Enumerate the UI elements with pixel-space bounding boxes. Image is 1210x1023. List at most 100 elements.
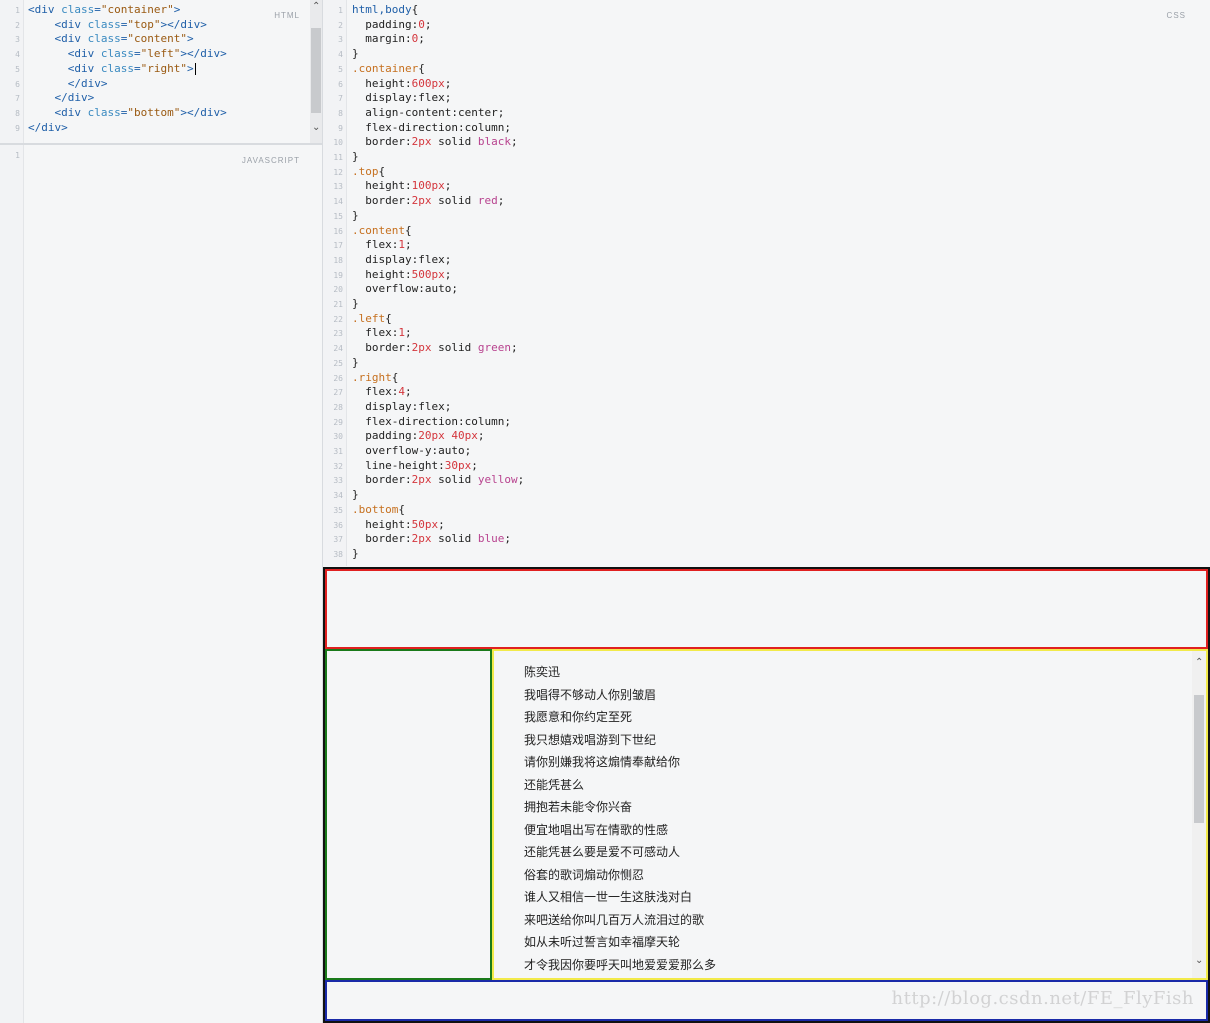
css-code-line[interactable]: flex:4; <box>352 385 411 400</box>
css-code-line[interactable]: } <box>352 297 359 312</box>
html-line-number: 3 <box>15 35 20 45</box>
css-line-number: 21 <box>333 300 343 309</box>
chevron-down-icon[interactable]: ⌄ <box>1195 955 1203 966</box>
css-code-line[interactable]: .content{ <box>352 224 412 239</box>
html-scrollbar[interactable]: ⌃ ⌄ <box>310 0 322 143</box>
css-code-line[interactable]: .container{ <box>352 62 425 77</box>
html-code-line[interactable]: <div class="left"></div> <box>28 47 227 62</box>
css-line-number: 23 <box>333 329 343 339</box>
css-code-line[interactable]: border:2px solid red; <box>352 194 504 209</box>
html-code-line[interactable]: <div class="container"> <box>28 3 180 18</box>
chevron-up-icon[interactable]: ⌃ <box>1195 657 1203 668</box>
html-code-line[interactable]: <div class="top"></div> <box>28 18 207 33</box>
css-line-number: 30 <box>333 432 343 442</box>
css-code-line[interactable]: html,body{ <box>352 3 418 18</box>
lyric-line: 才令我因你要呼天叫地爱爱爱那么多 <box>524 957 717 972</box>
css-editor-pane[interactable]: 1 html,body{2 padding:0; 3 margin:0; 4} 5 .co… <box>323 0 1210 566</box>
css-code-line[interactable]: .bottom{ <box>352 503 405 518</box>
css-code-line[interactable]: height:500px; <box>352 268 451 283</box>
chevron-up-icon[interactable]: ⌃ <box>312 1 320 12</box>
css-code-line[interactable]: align-content:center; <box>352 106 504 121</box>
preview-content: 陈奕迅 我唱得不够动人你别皱眉 我愿意和你约定至死 我只想嬉戏唱游到下世纪 请你别嫌我将… <box>325 649 1208 980</box>
css-code-line[interactable]: .left{ <box>352 312 392 327</box>
css-code-line[interactable]: } <box>352 547 359 562</box>
lyrics-scrollbar[interactable]: ⌃ ⌄ <box>1192 651 1206 978</box>
lyric-line: 我唱得不够动人你别皱眉 <box>524 687 657 702</box>
css-pane-label: CSS <box>1166 11 1186 20</box>
chevron-down-icon[interactable]: ⌄ <box>312 122 320 133</box>
lyric-line: 我只想嬉戏唱游到下世纪 <box>524 732 657 747</box>
css-line-number: 7 <box>338 94 343 104</box>
css-code-line[interactable]: border:2px solid yellow; <box>352 473 524 488</box>
html-editor-pane[interactable]: 1 <div class="container"> 2 <div class="to… <box>0 0 322 143</box>
css-code-line[interactable]: } <box>352 488 359 503</box>
html-code-line[interactable]: </div> <box>28 91 95 106</box>
css-code-line[interactable]: line-height:30px; <box>352 459 478 474</box>
preview-right[interactable]: 陈奕迅 我唱得不够动人你别皱眉 我愿意和你约定至死 我只想嬉戏唱游到下世纪 请你别嫌我将… <box>492 649 1208 980</box>
css-code-line[interactable]: height:50px; <box>352 518 445 533</box>
css-code-line[interactable]: padding:0; <box>352 18 431 33</box>
css-code-line[interactable]: height:100px; <box>352 179 451 194</box>
css-line-number: 35 <box>333 505 343 515</box>
preview-left <box>325 649 492 980</box>
css-line-number: 32 <box>333 461 343 471</box>
css-code-line[interactable]: flex:1; <box>352 238 411 253</box>
css-line-number: 37 <box>333 535 343 545</box>
preview-top <box>325 569 1208 649</box>
css-line-number: 24 <box>333 344 343 354</box>
html-code-line[interactable]: <div class="content"> <box>28 32 194 47</box>
css-line-number: 18 <box>333 255 343 265</box>
css-code-line[interactable]: .right{ <box>352 371 398 386</box>
css-line-number: 3 <box>338 35 343 45</box>
html-scrollbar-thumb[interactable] <box>311 28 321 113</box>
css-code-line[interactable]: height:600px; <box>352 77 451 92</box>
html-code-line[interactable]: <div class="right"> <box>28 62 196 77</box>
javascript-editor-pane[interactable]: 1 JAVASCRIPT <box>0 145 322 1023</box>
lyric-line: 来吧送给你叫几百万人流泪过的歌 <box>524 912 705 927</box>
css-code-line[interactable]: border:2px solid blue; <box>352 532 511 547</box>
lyric-line: 请你别嫌我将这煽情奉献给你 <box>524 755 681 769</box>
css-line-number: 2 <box>338 20 343 30</box>
css-code-line[interactable]: } <box>352 209 359 224</box>
css-code-line[interactable]: } <box>352 150 359 165</box>
css-code-line[interactable]: flex:1; <box>352 326 411 341</box>
html-line-number: 5 <box>15 64 20 74</box>
javascript-line-number: 1 <box>15 151 20 160</box>
css-code-line[interactable]: flex-direction:column; <box>352 415 511 430</box>
css-code-line[interactable]: } <box>352 47 359 62</box>
css-code-line[interactable]: overflow:auto; <box>352 282 458 297</box>
css-code-line[interactable]: display:flex; <box>352 400 451 415</box>
html-line-number: 4 <box>15 50 20 60</box>
css-line-number: 29 <box>333 417 343 427</box>
preview-bottom: http://blog.csdn.net/FE_FlyFish <box>325 980 1208 1021</box>
css-line-number: 16 <box>333 226 343 236</box>
css-code-line[interactable]: display:flex; <box>352 253 451 268</box>
css-code-line[interactable]: overflow-y:auto; <box>352 444 471 459</box>
lyric-line: 陈奕迅 <box>524 665 561 679</box>
html-line-number: 9 <box>15 123 20 133</box>
css-line-number: 5 <box>338 64 343 74</box>
css-line-number: 11 <box>333 153 343 162</box>
css-code-line[interactable]: } <box>352 356 359 371</box>
html-line-number: 7 <box>15 94 20 104</box>
lyric-line: 拥抱若未能令你兴奋 <box>524 800 633 814</box>
css-line-number: 19 <box>333 270 343 280</box>
css-code-line[interactable]: .top{ <box>352 165 385 180</box>
css-code-line[interactable]: display:flex; <box>352 91 451 106</box>
html-code-line[interactable]: </div> <box>28 77 108 92</box>
html-code-line[interactable]: <div class="bottom"></div> <box>28 106 227 121</box>
css-line-number: 31 <box>333 447 343 456</box>
html-pane-label: HTML <box>274 11 300 20</box>
css-code-line[interactable]: padding:20px 40px; <box>352 429 484 444</box>
watermark-text: http://blog.csdn.net/FE_FlyFish <box>891 988 1194 1009</box>
html-code-line[interactable]: </div> <box>28 121 68 136</box>
lyric-line: 如从未听过誓言如幸福摩天轮 <box>524 935 681 949</box>
css-line-number: 9 <box>338 123 343 133</box>
css-code-line[interactable]: border:2px solid black; <box>352 135 517 150</box>
css-code-line[interactable]: flex-direction:column; <box>352 121 511 136</box>
css-line-number: 25 <box>333 358 343 368</box>
css-code-line[interactable]: margin:0; <box>352 32 425 47</box>
lyric-line: 俗套的歌词煽动你恻忍 <box>524 867 645 882</box>
css-code-line[interactable]: border:2px solid green; <box>352 341 517 356</box>
lyrics-scrollbar-thumb[interactable] <box>1194 695 1204 823</box>
